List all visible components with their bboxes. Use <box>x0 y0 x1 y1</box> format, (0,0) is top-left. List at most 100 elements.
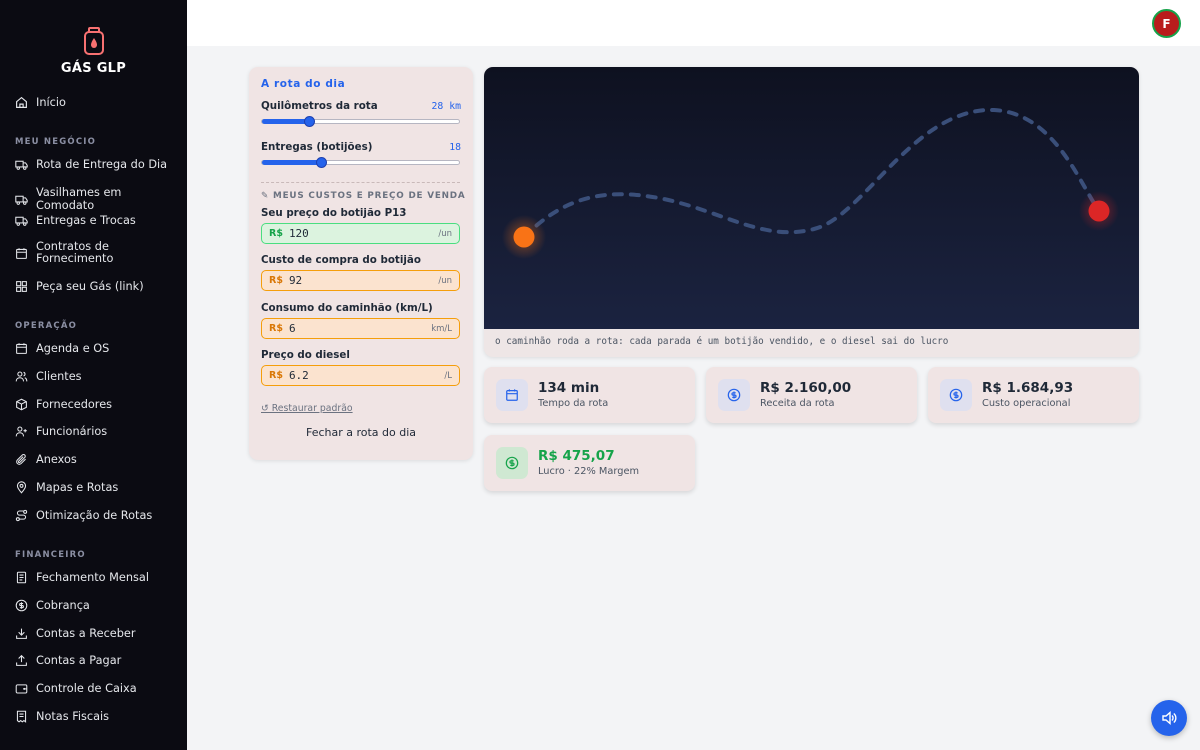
sidebar-item-rota-entrega[interactable]: Rota de Entrega do Dia <box>15 158 180 171</box>
sidebar-item-notas-fiscais[interactable]: Notas Fiscais <box>15 710 180 723</box>
restore-defaults-link[interactable]: ↺ Restaurar padrão <box>261 403 353 414</box>
currency-prefix: R$ <box>269 323 283 334</box>
calendar-icon <box>16 247 27 259</box>
sidebar-item-controle-caixa[interactable]: Controle de Caixa <box>15 682 180 695</box>
sidebar-item-label: Anexos <box>36 453 77 466</box>
truck-icon <box>15 216 28 226</box>
field-label-custo-compra: Custo de compra do botijão <box>261 254 421 266</box>
deliveries-value: 18 <box>449 142 461 153</box>
sidebar-item-clientes[interactable]: Clientes <box>15 370 180 383</box>
sidebar-item-label: Mapas e Rotas <box>36 481 119 494</box>
dollar-circle-icon <box>949 388 963 402</box>
grid-icon <box>16 281 27 292</box>
dollar-circle-icon <box>727 388 741 402</box>
field-value[interactable]: 6.2 <box>289 369 444 382</box>
field-label-consumo: Consumo do caminhão (km/L) <box>261 302 433 314</box>
stat-value: 134 min <box>538 380 600 396</box>
sidebar-item-contratos[interactable]: Contratos de Fornecimento <box>15 241 180 265</box>
field-value[interactable]: 120 <box>289 227 438 240</box>
km-slider-thumb[interactable] <box>304 116 316 127</box>
km-slider-fill <box>262 119 310 124</box>
document-icon <box>16 571 27 584</box>
sidebar-item-label: Fornecedores <box>36 398 113 411</box>
user-plus-icon <box>15 426 27 437</box>
field-unit: /L <box>444 370 452 381</box>
stat-label: Lucro · 22% Margem <box>538 466 640 477</box>
field-value[interactable]: 6 <box>289 322 431 335</box>
brand[interactable]: GÁS GLP <box>0 26 187 76</box>
stat-card-tempo: 134 min Tempo da rota <box>484 367 695 423</box>
stat-icon-box <box>718 379 750 411</box>
field-unit: /un <box>438 275 452 286</box>
currency-prefix: R$ <box>269 228 283 239</box>
map-pin-icon <box>16 481 27 494</box>
field-unit: /un <box>438 228 452 239</box>
sidebar-item-peca-gas[interactable]: Peça seu Gás (link) <box>15 280 180 293</box>
route-start-marker <box>513 226 535 248</box>
consumo-field[interactable]: R$ 6 km/L <box>261 318 460 339</box>
sidebar-item-agenda[interactable]: Agenda e OS <box>15 342 180 355</box>
currency-prefix: R$ <box>269 370 283 381</box>
sidebar-item-label: Contas a Receber <box>36 627 136 640</box>
deliveries-slider[interactable] <box>261 157 460 168</box>
sidebar-item-label: Vasilhames em Comodato <box>36 186 122 212</box>
sidebar-item-entregas-trocas[interactable]: Entregas e Trocas <box>15 214 180 227</box>
gas-cylinder-icon <box>83 27 104 55</box>
dollar-circle-icon <box>505 456 519 470</box>
sidebar-item-fechamento[interactable]: Fechamento Mensal <box>15 571 180 584</box>
route-visualization: o caminhão roda a rota: cada parada é um… <box>484 67 1139 357</box>
sidebar-item-label: Cobrança <box>36 599 90 612</box>
sidebar-item-label: Contratos de Fornecimento <box>36 240 114 265</box>
sidebar-item-anexos[interactable]: Anexos <box>15 453 180 466</box>
truck-icon <box>15 195 28 205</box>
sidebar-item-funcionarios[interactable]: Funcionários <box>15 425 180 438</box>
sidebar-item-cobranca[interactable]: Cobrança <box>15 599 180 612</box>
section-label-financeiro: FINANCEIRO <box>15 550 86 560</box>
close-route-button[interactable]: Fechar a rota do dia <box>249 426 473 439</box>
sidebar-item-label: Entregas e Trocas <box>36 214 136 227</box>
sidebar-item-vasilhames[interactable]: Vasilhames em Comodato <box>15 186 180 212</box>
stat-value: R$ 475,07 <box>538 448 615 464</box>
diesel-field[interactable]: R$ 6.2 /L <box>261 365 460 386</box>
deliveries-slider-thumb[interactable] <box>316 157 328 168</box>
field-value[interactable]: 92 <box>289 274 438 287</box>
preco-botijao-field[interactable]: R$ 120 /un <box>261 223 460 244</box>
sidebar-item-label: Peça seu Gás (link) <box>36 280 144 293</box>
field-unit: km/L <box>431 323 452 334</box>
sidebar-item-contas-pagar[interactable]: Contas a Pagar <box>15 654 180 667</box>
route-controls-panel: A rota do dia Quilômetros da rota 28 km … <box>249 67 473 460</box>
km-label: Quilômetros da rota <box>261 100 378 112</box>
sidebar-item-label: Fechamento Mensal <box>36 571 149 584</box>
users-icon <box>15 371 28 382</box>
audio-fab-button[interactable] <box>1151 700 1187 736</box>
truck-icon <box>15 160 28 170</box>
sidebar-item-mapas[interactable]: Mapas e Rotas <box>15 481 180 494</box>
stat-icon-box <box>496 379 528 411</box>
top-bar <box>187 0 1200 46</box>
sidebar-item-label: Clientes <box>36 370 82 383</box>
sidebar-item-fornecedores[interactable]: Fornecedores <box>15 398 180 411</box>
stat-label: Custo operacional <box>982 398 1071 409</box>
stat-label: Receita da rota <box>760 398 835 409</box>
custo-compra-field[interactable]: R$ 92 /un <box>261 270 460 291</box>
sidebar-item-label: Rota de Entrega do Dia <box>36 158 168 171</box>
section-label-operacao: OPERAÇÃO <box>15 321 78 331</box>
stat-card-lucro: R$ 475,07 Lucro · 22% Margem <box>484 435 695 491</box>
calendar-icon <box>506 389 518 401</box>
avatar[interactable]: F <box>1152 9 1181 38</box>
sidebar-item-label: Início <box>36 96 66 109</box>
stat-value: R$ 2.160,00 <box>760 380 852 396</box>
sidebar-item-otimizacao[interactable]: Otimização de Rotas <box>15 509 180 522</box>
sidebar-item-contas-receber[interactable]: Contas a Receber <box>15 627 180 640</box>
sidebar-item-inicio[interactable]: Início <box>15 96 180 109</box>
sidebar-item-label: Contas a Pagar <box>36 654 122 667</box>
stat-icon-box <box>496 447 528 479</box>
upload-icon <box>16 654 27 666</box>
route-icon <box>15 509 28 522</box>
currency-prefix: R$ <box>269 275 283 286</box>
dollar-circle-icon <box>15 599 28 612</box>
field-label-preco-botijao: Seu preço do botijão P13 <box>261 207 407 219</box>
km-slider[interactable] <box>261 116 460 127</box>
download-icon <box>16 628 27 639</box>
stat-label: Tempo da rota <box>538 398 609 409</box>
